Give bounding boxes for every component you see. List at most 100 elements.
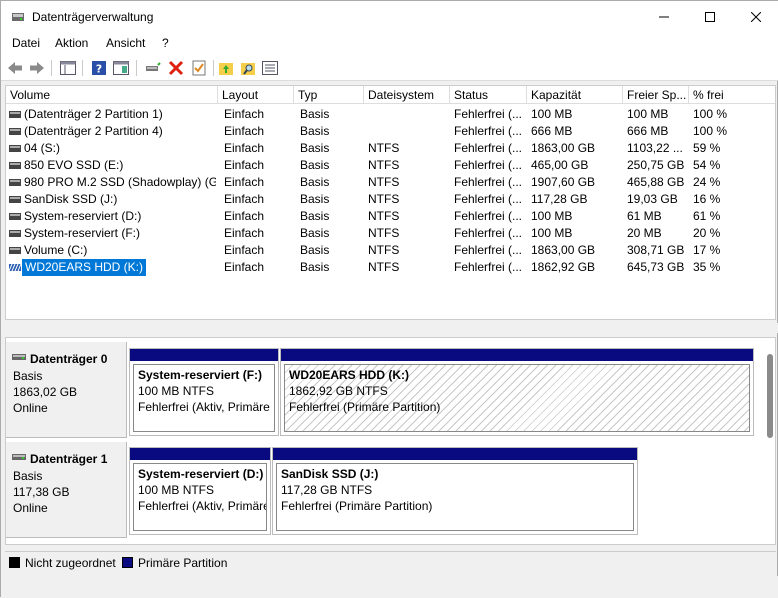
cell-status: Fehlerfrei (... bbox=[454, 141, 523, 155]
disk-0-name: Datenträger 0 bbox=[30, 352, 108, 366]
partition-bar bbox=[130, 349, 278, 361]
vertical-scroll-thumb[interactable] bbox=[767, 354, 773, 438]
column-header-type[interactable]: Typ bbox=[294, 86, 364, 104]
cell-layout: Einfach bbox=[224, 243, 265, 257]
partition-bar bbox=[130, 448, 270, 460]
table-row[interactable]: (Datenträger 2 Partition 4) Einfach Basis F… bbox=[6, 123, 775, 140]
toolbar-separator bbox=[136, 60, 137, 76]
cell-type: Basis bbox=[300, 226, 330, 240]
cell-fs: NTFS bbox=[368, 226, 400, 240]
partition-size: 100 MB NTFS bbox=[138, 483, 215, 497]
cell-name: (Datenträger 2 Partition 4) bbox=[24, 124, 163, 138]
cell-layout: Einfach bbox=[224, 209, 265, 223]
pane-splitter[interactable] bbox=[1, 323, 778, 333]
maximize-button[interactable] bbox=[687, 1, 733, 33]
cell-capacity: 1862,92 GB bbox=[531, 260, 596, 274]
cell-capacity: 1863,00 GB bbox=[531, 141, 596, 155]
cell-free: 20 MB bbox=[627, 226, 662, 240]
legend-label-primary: Primäre Partition bbox=[138, 556, 228, 570]
cell-layout: Einfach bbox=[224, 175, 265, 189]
help-button[interactable]: ? bbox=[90, 59, 108, 77]
volume-icon bbox=[9, 111, 21, 118]
disk-1-size: 117,38 GB bbox=[13, 485, 70, 499]
connect-disk-button[interactable] bbox=[144, 59, 162, 77]
menu-help[interactable]: ? bbox=[162, 36, 169, 50]
partition-system-reserved-d[interactable]: System-reserviert (D:) 100 MB NTFS Fehle… bbox=[129, 447, 271, 535]
title-bar: Datenträgerverwaltung bbox=[1, 1, 778, 33]
partition-sandisk-ssd-j[interactable]: SanDisk SSD (J:) 117,28 GB NTFS Fehlerfr… bbox=[272, 447, 638, 535]
cell-pct: 20 % bbox=[693, 226, 721, 240]
red-x-delete-icon bbox=[168, 60, 184, 76]
partition-wd20ears-hdd-k[interactable]: WD20EARS HDD (K:) 1862,92 GB NTFS Fehler… bbox=[280, 348, 754, 436]
cell-free: 308,71 GB bbox=[627, 243, 685, 257]
cell-type: Basis bbox=[300, 260, 330, 274]
partition-status: Fehlerfrei (Aktiv, Primäre Partition) bbox=[138, 400, 274, 414]
menu-aktion[interactable]: Aktion bbox=[55, 36, 88, 50]
checklist-icon bbox=[192, 60, 206, 76]
cell-pct: 35 % bbox=[693, 260, 721, 274]
table-row[interactable]: 850 EVO SSD (E:) Einfach Basis NTFS Fehlerfr… bbox=[6, 157, 775, 174]
list-view-button[interactable] bbox=[261, 59, 279, 77]
table-row[interactable]: SanDisk SSD (J:) Einfach Basis NTFS Fehlerfr… bbox=[6, 191, 775, 208]
table-row[interactable]: WD20EARS HDD (K:) Einfach Basis NTFS Fehlerf… bbox=[6, 259, 775, 276]
cell-capacity: 100 MB bbox=[531, 209, 573, 223]
table-row[interactable]: System-reserviert (D:) Einfach Basis NTFS Fe… bbox=[6, 208, 775, 225]
cell-pct: 100 % bbox=[693, 124, 728, 138]
console-tree-icon bbox=[60, 61, 76, 75]
disk-management-icon bbox=[12, 13, 24, 21]
cell-layout: Einfach bbox=[224, 141, 265, 155]
forward-button[interactable] bbox=[28, 59, 46, 77]
table-row[interactable]: 980 PRO M.2 SSD (Shadowplay) (G:) Einfach… bbox=[6, 174, 775, 191]
cell-name: 850 EVO SSD (E:) bbox=[24, 158, 124, 172]
disk-0-label[interactable]: Datenträger 0 Basis 1863,02 GB Online bbox=[6, 342, 127, 438]
partition-body: SanDisk SSD (J:) 117,28 GB NTFS Fehlerfr… bbox=[276, 463, 634, 531]
cell-free: 645,73 GB bbox=[627, 260, 685, 274]
cell-free: 666 MB bbox=[627, 124, 669, 138]
menu-ansicht[interactable]: Ansicht bbox=[106, 36, 145, 50]
cell-capacity: 666 MB bbox=[531, 124, 573, 138]
cell-name: System-reserviert (F:) bbox=[24, 226, 141, 240]
menu-bar: Datei Aktion Ansicht ? bbox=[1, 33, 778, 55]
minimize-button[interactable] bbox=[641, 1, 687, 33]
cell-status: Fehlerfrei (... bbox=[454, 243, 523, 257]
cell-status: Fehlerfrei (... bbox=[454, 107, 523, 121]
volume-icon bbox=[9, 196, 21, 203]
table-row[interactable]: System-reserviert (F:) Einfach Basis NTFS Fe… bbox=[6, 225, 775, 242]
cell-capacity: 100 MB bbox=[531, 226, 573, 240]
column-header-capacity[interactable]: Kapazität bbox=[527, 86, 623, 104]
table-row[interactable]: 04 (S:) Einfach Basis NTFS Fehlerfrei (... 18… bbox=[6, 140, 775, 157]
check-properties-button[interactable] bbox=[190, 59, 208, 77]
cell-capacity: 1907,60 GB bbox=[531, 175, 596, 189]
column-header-percent-free[interactable]: % frei bbox=[689, 86, 775, 104]
volume-list[interactable]: Volume Layout Typ Dateisystem Status Kap… bbox=[5, 85, 776, 320]
column-header-filesystem[interactable]: Dateisystem bbox=[364, 86, 450, 104]
disk-1-state: Online bbox=[13, 501, 48, 515]
column-header-free-space[interactable]: Freier Sp... bbox=[623, 86, 689, 104]
disk-drive-icon bbox=[12, 354, 26, 360]
folder-up-button[interactable] bbox=[217, 59, 235, 77]
table-row[interactable]: Volume (C:) Einfach Basis NTFS Fehlerfrei (.… bbox=[6, 242, 775, 259]
svg-text:?: ? bbox=[96, 63, 102, 76]
partition-title: WD20EARS HDD (K:) bbox=[289, 368, 409, 382]
column-header-status[interactable]: Status bbox=[450, 86, 527, 104]
partition-system-reserved-f[interactable]: System-reserviert (F:) 100 MB NTFS Fehle… bbox=[129, 348, 279, 436]
console-tree-button[interactable] bbox=[59, 59, 77, 77]
properties-pane-button[interactable] bbox=[112, 59, 130, 77]
table-row[interactable]: (Datenträger 2 Partition 1) Einfach Basis F… bbox=[6, 106, 775, 123]
search-folder-button[interactable] bbox=[239, 59, 257, 77]
close-button[interactable] bbox=[733, 1, 778, 33]
disk-0-state: Online bbox=[13, 401, 48, 415]
menu-datei[interactable]: Datei bbox=[12, 36, 40, 50]
delete-button[interactable] bbox=[167, 59, 185, 77]
disk-1-label[interactable]: Datenträger 1 Basis 117,38 GB Online bbox=[6, 442, 127, 538]
cell-fs: NTFS bbox=[368, 192, 400, 206]
column-header-volume[interactable]: Volume bbox=[6, 86, 218, 104]
partition-size: 117,28 GB NTFS bbox=[281, 483, 373, 497]
back-button[interactable] bbox=[6, 59, 24, 77]
column-header-layout[interactable]: Layout bbox=[218, 86, 294, 104]
disk-graphical-view[interactable]: Datenträger 0 Basis 1863,02 GB Online Sy… bbox=[5, 337, 776, 545]
cell-status: Fehlerfrei (... bbox=[454, 260, 523, 274]
disk-0-kind: Basis bbox=[13, 369, 43, 383]
cell-pct: 17 % bbox=[693, 243, 721, 257]
cell-capacity: 465,00 GB bbox=[531, 158, 589, 172]
